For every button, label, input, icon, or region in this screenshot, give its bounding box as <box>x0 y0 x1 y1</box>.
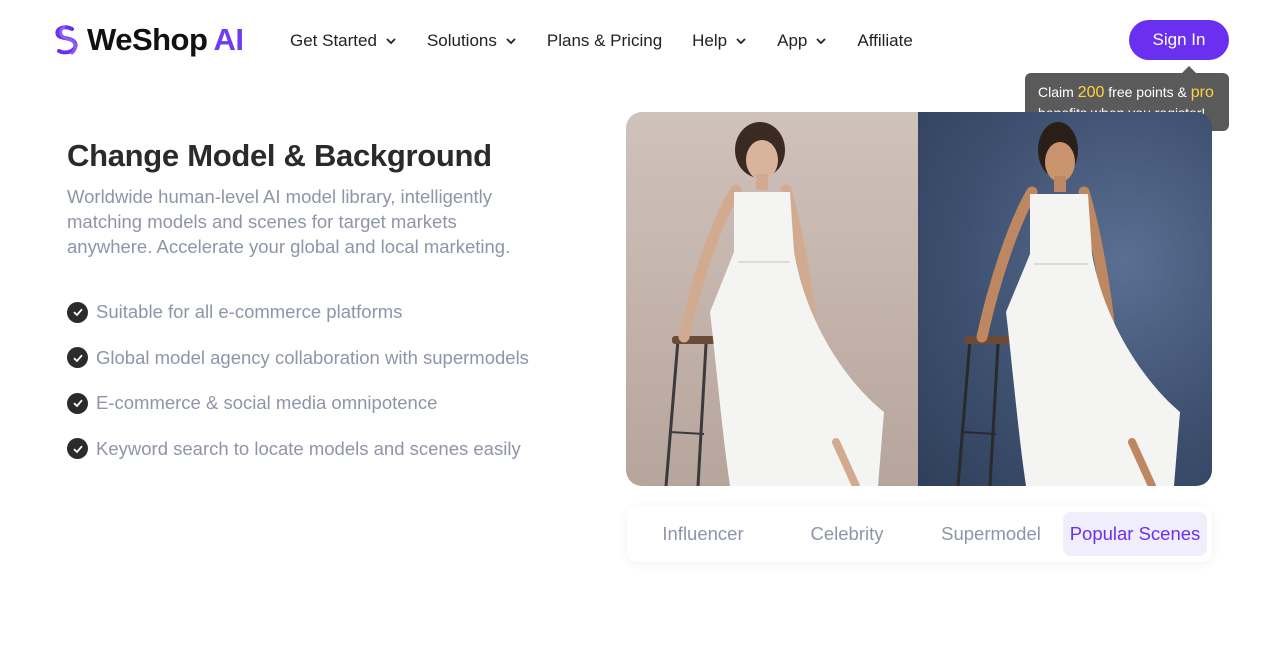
before-after-image-panel <box>626 112 1212 486</box>
sign-in-button[interactable]: Sign In <box>1129 20 1229 60</box>
before-image <box>626 112 918 486</box>
after-image <box>918 112 1212 486</box>
nav-label: App <box>777 31 808 50</box>
tooltip-text: free points & <box>1104 84 1191 100</box>
check-circle-icon <box>67 438 88 459</box>
site-header: WeShop AI Get Started Solutions Plans & … <box>0 0 1280 80</box>
feature-list: Suitable for all e-commerce platforms Gl… <box>67 298 529 480</box>
logo-ai-text: AI <box>213 22 244 57</box>
nav-affiliate[interactable]: Affiliate <box>857 30 912 52</box>
nav-label: Get Started <box>290 31 377 50</box>
weshop-logo[interactable]: WeShop AI <box>50 22 244 58</box>
chevron-down-icon <box>386 38 396 45</box>
page-title: Change Model & Background <box>67 138 492 173</box>
chevron-down-icon <box>816 38 827 45</box>
nav-solutions[interactable]: Solutions <box>427 30 517 52</box>
tooltip-pro: pro <box>1190 84 1214 101</box>
check-circle-icon <box>67 392 88 414</box>
nav-plans-pricing[interactable]: Plans & Pricing <box>547 30 662 52</box>
feature-text: Suitable for all e-commerce platforms <box>96 301 403 322</box>
feature-text: Global model agency collaboration with s… <box>96 346 529 368</box>
tab-popular-scenes[interactable]: Popular Scenes <box>1063 512 1207 556</box>
feature-item: Suitable for all e-commerce platforms <box>67 298 529 326</box>
feature-text: E-commerce & social media omnipotence <box>96 392 438 413</box>
nav-app[interactable]: App <box>777 30 827 52</box>
nav-label: Plans & Pricing <box>546 31 663 50</box>
tooltip-text: Claim <box>1038 84 1078 100</box>
nav-label: Solutions <box>426 31 497 50</box>
nav-get-started[interactable]: Get Started <box>290 30 397 52</box>
tooltip-points: 200 <box>1077 84 1105 101</box>
check-circle-icon <box>67 301 88 323</box>
tab-influencer[interactable]: Influencer <box>633 512 773 556</box>
weshop-logo-icon <box>55 25 78 55</box>
nav-label: Affiliate <box>857 31 913 50</box>
nav-help[interactable]: Help <box>692 30 747 52</box>
model-illustration <box>664 122 884 486</box>
feature-item: Keyword search to locate models and scen… <box>67 435 529 463</box>
feature-text: Keyword search to locate models and scen… <box>96 437 521 459</box>
model-category-tabs: Influencer Celebrity Supermodel Popular … <box>627 506 1212 562</box>
main-nav: Get Started Solutions Plans & Pricing He… <box>290 30 943 52</box>
chevron-down-icon <box>736 38 746 45</box>
tab-celebrity[interactable]: Celebrity <box>777 512 917 556</box>
tooltip-line-1: Claim 200 free points & pro <box>1038 82 1229 103</box>
logo-text: WeShop <box>87 22 208 57</box>
feature-item: E-commerce & social media omnipotence <box>67 389 529 417</box>
model-illustration <box>956 122 1180 486</box>
feature-item: Global model agency collaboration with s… <box>67 344 529 372</box>
tab-supermodel[interactable]: Supermodel <box>921 512 1061 556</box>
nav-label: Help <box>692 31 728 50</box>
hero-description: Worldwide human-level AI model library, … <box>67 186 511 257</box>
chevron-down-icon <box>506 38 516 45</box>
check-circle-icon <box>67 347 88 368</box>
